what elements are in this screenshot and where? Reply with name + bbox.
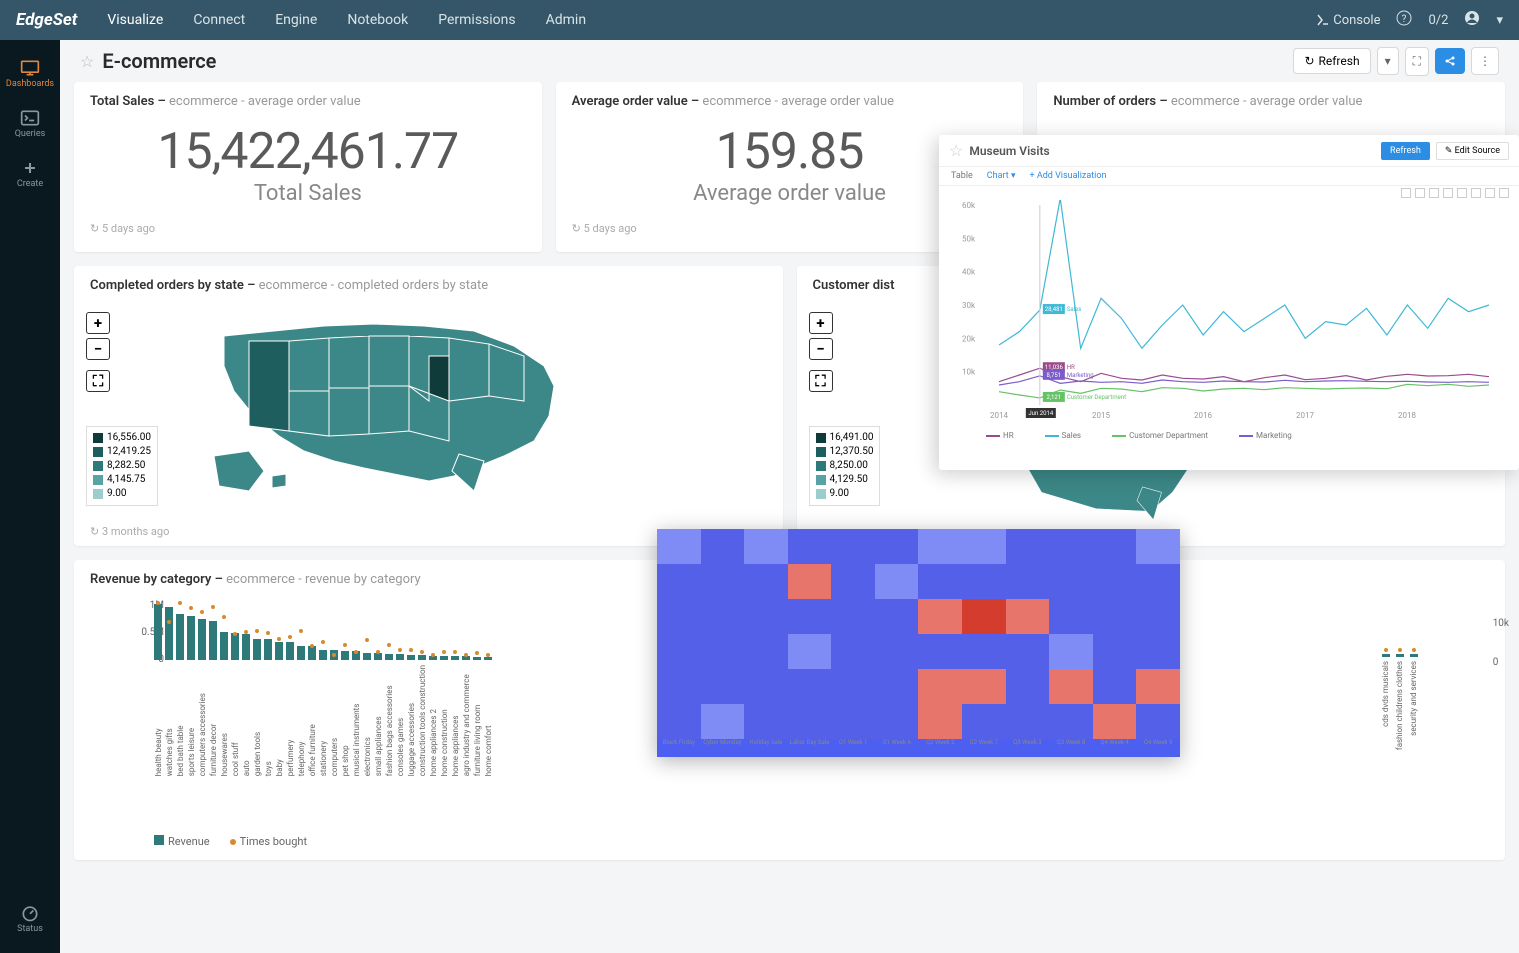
svg-text:2015: 2015 bbox=[1092, 411, 1110, 420]
svg-text:Customer Department: Customer Department bbox=[1067, 394, 1126, 401]
sidebar-item-label: Create bbox=[17, 179, 43, 189]
refresh-button[interactable]: ↻ Refresh bbox=[1293, 48, 1370, 74]
svg-text:2016: 2016 bbox=[1194, 411, 1212, 420]
svg-text:2018: 2018 bbox=[1398, 411, 1416, 420]
page-title: E-commerce bbox=[102, 49, 216, 73]
zoom-in-button[interactable]: + bbox=[86, 312, 110, 334]
brand-logo: EdgeSet bbox=[0, 10, 93, 30]
sidebar-item-label: Queries bbox=[15, 129, 46, 139]
museum-toolbar bbox=[939, 186, 1519, 200]
museum-title: Museum Visits bbox=[969, 144, 1049, 158]
svg-text:Marketing: Marketing bbox=[1067, 372, 1094, 379]
nav-admin[interactable]: Admin bbox=[532, 2, 600, 38]
chevron-down-icon[interactable]: ▾ bbox=[1496, 13, 1503, 28]
sidebar-status[interactable]: Status bbox=[5, 897, 55, 941]
svg-text:Jun 2014: Jun 2014 bbox=[1028, 410, 1054, 417]
svg-text:50k: 50k bbox=[962, 234, 976, 243]
gauge-icon bbox=[20, 904, 40, 922]
nav-visualize[interactable]: Visualize bbox=[93, 2, 177, 38]
museum-add-viz[interactable]: + Add Visualization bbox=[1029, 171, 1106, 181]
help-icon[interactable]: ? bbox=[1396, 10, 1412, 30]
right-bar-chart: cds dvds musicalsfashion childrens cloth… bbox=[1380, 648, 1419, 750]
svg-text:?: ? bbox=[1402, 14, 1407, 25]
share-button[interactable] bbox=[1435, 48, 1465, 74]
svg-text:2017: 2017 bbox=[1296, 411, 1314, 420]
user-menu[interactable] bbox=[1464, 10, 1480, 30]
svg-text:40k: 40k bbox=[962, 268, 976, 277]
kpi-label: Total Sales bbox=[90, 181, 526, 206]
line-chart[interactable]: 60k 50k 40k 30k 20k 10k 2014 2015 2016 2017 2018 28… bbox=[949, 200, 1509, 440]
more-button[interactable]: ⋮ bbox=[1471, 47, 1499, 75]
museum-legend: HRSalesCustomer DepartmentMarketing bbox=[969, 431, 1292, 440]
nav-permissions[interactable]: Permissions bbox=[424, 2, 529, 38]
time-ago: ↻ 3 months ago bbox=[90, 525, 169, 538]
monitor-icon bbox=[20, 59, 40, 77]
svg-text:HR: HR bbox=[1067, 364, 1075, 371]
nav-engine[interactable]: Engine bbox=[261, 2, 331, 38]
heatmap-grid[interactable] bbox=[657, 529, 1180, 739]
sidebar-dashboards[interactable]: Dashboards bbox=[5, 52, 55, 96]
time-ago: ↻ 5 days ago bbox=[90, 222, 526, 235]
zoom-out-button[interactable]: − bbox=[809, 338, 833, 360]
heatmap-panel: Black FridayCyber MondayHoliday SaleLabo… bbox=[657, 529, 1180, 757]
svg-text:60k: 60k bbox=[962, 201, 976, 210]
svg-text:Sales: Sales bbox=[1067, 306, 1082, 313]
svg-text:8,751: 8,751 bbox=[1046, 372, 1061, 379]
svg-text:20k: 20k bbox=[962, 334, 976, 343]
sidebar-item-label: Status bbox=[17, 924, 43, 934]
map-legend: 16,556.00 12,419.25 8,282.50 4,145.75 9.… bbox=[86, 426, 158, 506]
zoom-in-button[interactable]: + bbox=[809, 312, 833, 334]
svg-text:10k: 10k bbox=[962, 368, 976, 377]
nav-notebook[interactable]: Notebook bbox=[333, 2, 422, 38]
zoom-out-button[interactable]: − bbox=[86, 338, 110, 360]
museum-tab-table[interactable]: Table bbox=[951, 171, 973, 181]
star-icon[interactable]: ☆ bbox=[949, 141, 963, 160]
map-legend: 16,491.00 12,370.50 8,250.00 4,129.50 9.… bbox=[809, 426, 881, 506]
fullscreen-button[interactable]: ⛶ bbox=[1405, 47, 1429, 76]
museum-edit[interactable]: ✎ Edit Source bbox=[1436, 142, 1509, 160]
chart-legend: Revenue Times bought bbox=[154, 835, 307, 848]
museum-window: ☆ Museum Visits Refresh ✎ Edit Source Ta… bbox=[939, 135, 1519, 470]
svg-text:2014: 2014 bbox=[990, 411, 1008, 420]
sidebar-queries[interactable]: Queries bbox=[5, 102, 55, 146]
svg-text:28,481: 28,481 bbox=[1045, 306, 1063, 313]
top-nav: Visualize Connect Engine Notebook Permis… bbox=[93, 2, 600, 38]
nav-connect[interactable]: Connect bbox=[179, 2, 259, 38]
fullscreen-icon[interactable]: ⛶ bbox=[809, 370, 833, 392]
svg-text:30k: 30k bbox=[962, 301, 976, 310]
fullscreen-icon[interactable]: ⛶ bbox=[86, 370, 110, 392]
museum-refresh[interactable]: Refresh bbox=[1381, 142, 1430, 160]
sidebar-item-label: Dashboards bbox=[6, 79, 54, 89]
star-icon[interactable]: ☆ bbox=[80, 52, 94, 71]
heatmap-x-labels: Black FridayCyber MondayHoliday SaleLabo… bbox=[657, 739, 1180, 757]
terminal-icon bbox=[20, 109, 40, 127]
svg-text:2,121: 2,121 bbox=[1046, 394, 1061, 401]
map-completed-orders: Completed orders by state – ecommerce - … bbox=[74, 266, 783, 546]
refresh-dropdown[interactable]: ▾ bbox=[1377, 47, 1399, 75]
kpi-total-sales: Total Sales – ecommerce - average order … bbox=[74, 82, 542, 252]
console-button[interactable]: Console bbox=[1317, 13, 1380, 28]
sidebar-create[interactable]: Create bbox=[5, 152, 55, 196]
museum-tab-chart[interactable]: Chart ▾ bbox=[987, 171, 1016, 181]
kpi-value: 15,422,461.77 bbox=[90, 123, 526, 181]
plus-icon bbox=[20, 159, 40, 177]
us-map[interactable] bbox=[194, 296, 594, 516]
counter: 0/2 bbox=[1428, 13, 1448, 28]
